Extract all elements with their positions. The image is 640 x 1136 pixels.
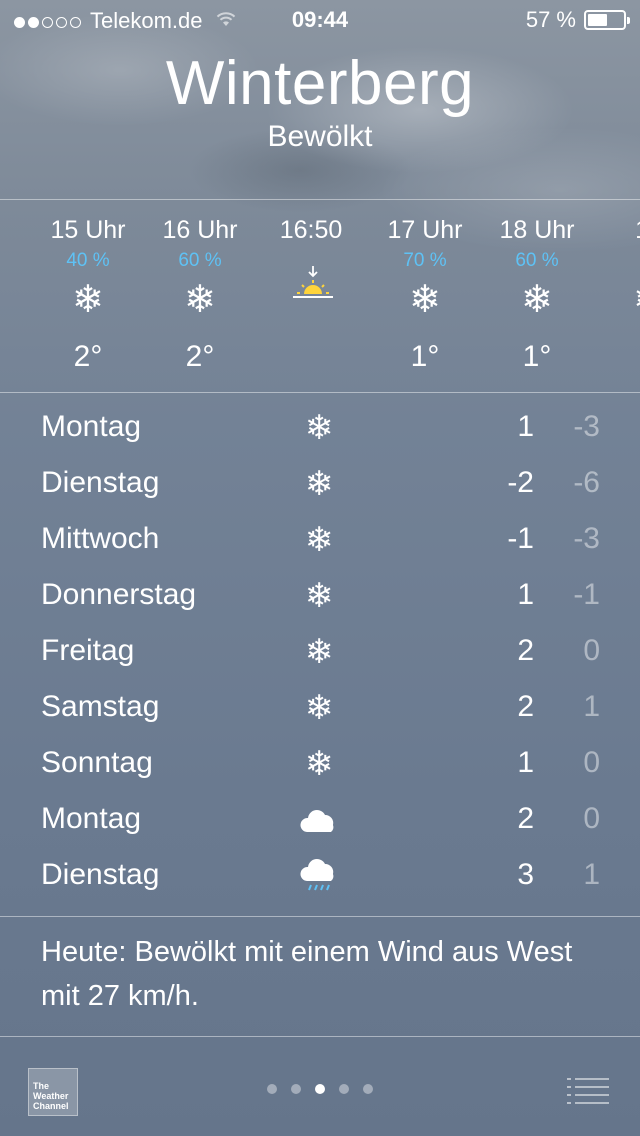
hour-time: 17 Uhr [387, 216, 463, 244]
day-row: Dienstag ❄ -2 -6 [0, 456, 640, 512]
snowflake-icon: ❄ [521, 279, 553, 321]
day-high: 3 [517, 858, 534, 891]
hour-temp: 1° [522, 340, 552, 373]
page-dot[interactable] [339, 1084, 349, 1094]
day-row: Montag ❄ 1 -3 [0, 400, 640, 456]
sunset-icon [293, 266, 333, 298]
cloud-icon [300, 810, 334, 832]
city-name: Winterberg [165, 49, 475, 118]
day-low: 0 [583, 634, 600, 667]
day-row: Samstag ❄ 2 1 [0, 680, 640, 736]
status-bar: Telekom.de 09:44 57 % [0, 0, 640, 40]
divider [0, 916, 640, 917]
day-high: 1 [517, 746, 534, 779]
snowflake-icon: ❄ [304, 689, 334, 727]
page-dot[interactable] [267, 1084, 277, 1094]
snowflake-icon: ❄ [409, 279, 441, 321]
page-indicator[interactable] [0, 1084, 640, 1094]
day-low: 0 [583, 802, 600, 835]
day-low: -3 [573, 522, 600, 555]
day-high: 1 [517, 578, 534, 611]
day-row: Freitag ❄ 2 0 [0, 624, 640, 680]
hour-temp: 2° [73, 340, 103, 373]
hour-time: 18 Uhr [499, 216, 575, 244]
page-dot[interactable] [291, 1084, 301, 1094]
day-name: Dienstag [41, 466, 160, 499]
day-row: Donnerstag ❄ 1 -1 [0, 568, 640, 624]
day-high: 2 [517, 634, 534, 667]
divider [0, 1036, 640, 1037]
snowflake-icon: ❄ [304, 465, 334, 503]
day-low: -6 [573, 466, 600, 499]
snowflake-icon: ❄ [593, 278, 640, 322]
snowflake-icon: ❄ [304, 577, 334, 615]
hour-time: 16:50 [279, 216, 343, 244]
day-name: Mittwoch [41, 522, 160, 555]
day-name: Montag [41, 410, 142, 443]
day-name: Montag [41, 802, 142, 835]
day-row: Mittwoch ❄ -1 -3 [0, 512, 640, 568]
battery-icon [584, 10, 630, 30]
page-dot[interactable] [363, 1084, 373, 1094]
hour-precip: 60 % [515, 250, 559, 271]
snowflake-icon: ❄ [304, 409, 334, 447]
page-dot-active[interactable] [315, 1084, 325, 1094]
hour-time: 16 Uhr [162, 216, 238, 244]
hour-time: hr [0, 216, 32, 245]
current-condition: Bewölkt [267, 120, 373, 153]
day-low: -1 [573, 578, 600, 611]
divider [0, 392, 640, 393]
hourly-forecast[interactable]: hr ❄ 15 Uhr 40 % ❄ 2° 16 Uhr 60 % ❄ 2° 1… [0, 200, 640, 392]
day-row: Dienstag 3 1 [0, 848, 640, 904]
hour-temp: 2° [185, 340, 215, 373]
day-name: Dienstag [41, 858, 160, 891]
day-name: Freitag [41, 634, 135, 667]
city-list-icon[interactable] [566, 1076, 610, 1106]
day-low: 0 [583, 746, 600, 779]
hour-precip: 60 % [178, 250, 222, 271]
hour-time: 19 [593, 216, 640, 245]
hour-precip: 70 % [403, 250, 447, 271]
footer-toolbar: The Weather Channel [0, 1048, 640, 1136]
day-row: Montag 2 0 [0, 792, 640, 848]
day-high: 2 [517, 802, 534, 835]
day-high: -1 [507, 522, 534, 555]
snowflake-icon: ❄ [72, 279, 104, 321]
hour-precip: 40 % [66, 250, 110, 271]
day-low: 1 [583, 858, 600, 891]
day-high: -2 [507, 466, 534, 499]
day-high: 2 [517, 690, 534, 723]
day-row: Sonntag ❄ 1 0 [0, 736, 640, 792]
snowflake-icon: ❄ [304, 633, 334, 671]
day-high: 1 [517, 410, 534, 443]
day-name: Sonntag [41, 746, 153, 779]
hour-time: 15 Uhr [50, 216, 126, 244]
today-summary: Heute: Bewölkt mit einem Wind aus West m… [41, 936, 573, 1012]
hour-temp: 1 [593, 340, 640, 374]
hour-temp: 1° [410, 340, 440, 373]
cloud-rain-icon [300, 859, 334, 891]
snowflake-icon: ❄ [304, 521, 334, 559]
snowflake-icon: ❄ [304, 745, 334, 783]
hour-precip: 6 [593, 250, 640, 272]
battery-percent: 57 % [525, 7, 576, 32]
day-name: Donnerstag [41, 578, 197, 611]
day-low: 1 [583, 690, 600, 723]
day-low: -3 [573, 410, 600, 443]
day-name: Samstag [41, 690, 160, 723]
snowflake-icon: ❄ [184, 279, 216, 321]
